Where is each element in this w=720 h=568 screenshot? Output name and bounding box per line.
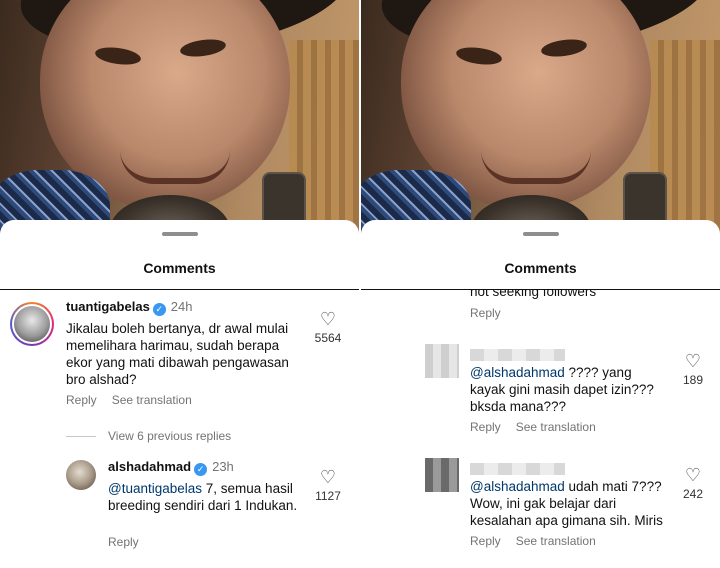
post-photo xyxy=(0,0,359,240)
see-translation-button[interactable]: See translation xyxy=(516,534,596,548)
mention-link[interactable]: @tuantigabelas xyxy=(108,481,202,496)
like-button[interactable]: ♡ 1127 xyxy=(308,468,348,503)
left-panel: Comments tuantigabelas ✓ 24h Jikalau boleh… xyxy=(0,0,359,568)
sheet-title: Comments xyxy=(143,260,216,276)
avatar[interactable] xyxy=(10,302,54,346)
view-replies-row[interactable]: View 6 previous replies xyxy=(66,429,231,443)
like-button[interactable]: ♡ 242 xyxy=(673,466,713,501)
reply-button[interactable]: Reply xyxy=(470,534,501,548)
like-count: 5564 xyxy=(314,331,342,345)
verified-badge-icon: ✓ xyxy=(194,463,208,476)
heart-outline-icon: ♡ xyxy=(319,309,337,329)
like-count: 242 xyxy=(682,487,704,501)
reply-button[interactable]: Reply xyxy=(108,535,139,549)
sheet-drag-handle[interactable] xyxy=(523,232,559,236)
right-panel: Comments not seeking followers Reply @al… xyxy=(361,0,720,568)
comments-sheet: Comments tuantigabelas ✓ 24h Jikalau boleh… xyxy=(0,220,359,568)
comments-sheet: Comments not seeking followers Reply @al… xyxy=(361,220,720,568)
see-translation-button[interactable]: See translation xyxy=(112,393,192,407)
reply-time: 23h xyxy=(212,459,234,474)
heart-outline-icon: ♡ xyxy=(319,467,337,487)
avatar[interactable] xyxy=(425,344,459,378)
see-translation-button[interactable]: See translation xyxy=(516,420,596,434)
sheet-title: Comments xyxy=(504,260,577,276)
reply-text: @alshadahmad udah mati 7??? Wow, ini gak… xyxy=(470,479,663,528)
comment-username[interactable]: tuantigabelas xyxy=(66,299,150,314)
verified-badge-icon: ✓ xyxy=(152,303,166,316)
comment-text: Jikalau boleh bertanya, dr awal mulai me… xyxy=(66,321,289,387)
reply-button[interactable]: Reply xyxy=(470,306,501,320)
replies-line xyxy=(66,435,96,437)
reply-text: @alshadahmad ???? yang kayak gini masih … xyxy=(470,365,654,414)
blurred-username xyxy=(470,348,565,361)
comments-list[interactable]: not seeking followers Reply @alshadahmad… xyxy=(361,290,720,568)
sheet-divider xyxy=(0,289,359,290)
like-count: 1127 xyxy=(315,489,341,503)
comment-time: 24h xyxy=(170,299,193,314)
avatar[interactable] xyxy=(66,460,96,490)
reply-username[interactable]: alshadahmad xyxy=(108,459,191,474)
reply-button[interactable]: Reply xyxy=(66,393,97,407)
sheet-drag-handle[interactable] xyxy=(162,232,198,236)
heart-outline-icon: ♡ xyxy=(684,465,702,485)
reply-text: @tuantigabelas 7, semua hasil breeding s… xyxy=(108,481,298,513)
like-button[interactable]: ♡ 189 xyxy=(673,352,713,387)
view-previous-replies[interactable]: View 6 previous replies xyxy=(108,429,231,443)
like-count: 189 xyxy=(682,373,704,387)
reply-button[interactable]: Reply xyxy=(470,420,501,434)
avatar[interactable] xyxy=(425,458,459,492)
heart-outline-icon: ♡ xyxy=(684,351,702,371)
like-button[interactable]: ♡ 5564 xyxy=(308,310,348,345)
mention-link[interactable]: @alshadahmad xyxy=(470,479,565,494)
partial-comment-text: not seeking followers xyxy=(470,290,597,299)
mention-link[interactable]: @alshadahmad xyxy=(470,365,565,380)
blurred-username xyxy=(470,462,565,475)
post-photo xyxy=(361,0,720,240)
